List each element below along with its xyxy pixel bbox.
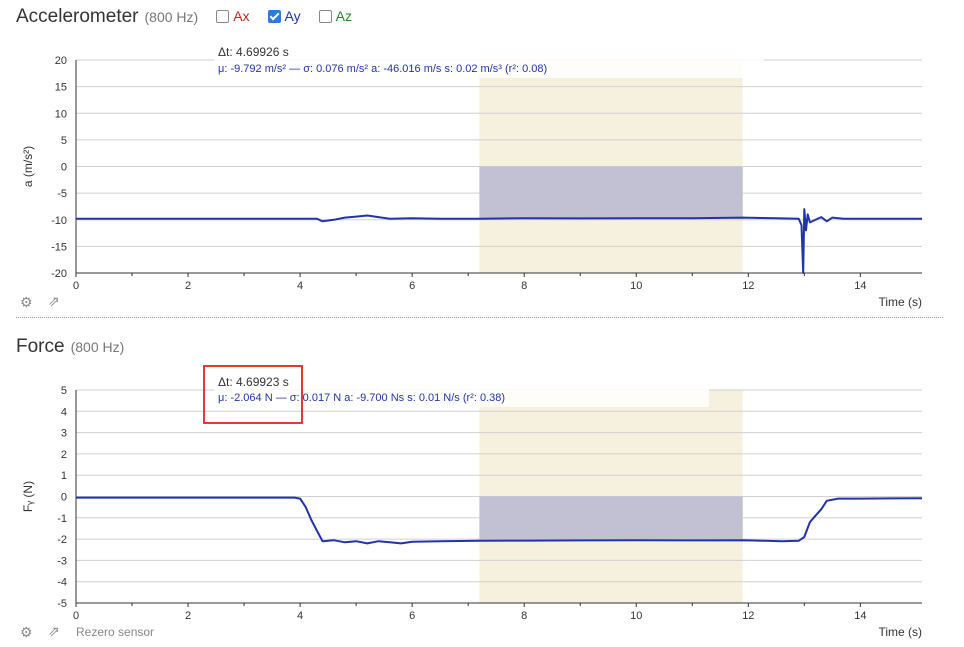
force-chart[interactable]: -5-4-3-2-10123450 2 4 6 8 10 12 14Fᵧ (N)Time (s… <box>0 318 964 647</box>
x-axis-label: Time (s) <box>878 295 922 309</box>
x-tick-label: 0 <box>73 610 79 622</box>
accelerometer-chart[interactable]: -20 -15 -10 -5 0 5 10 15 20 0 2 4 6 8 10 12 14 a (m/s²) Ti… <box>0 0 964 318</box>
y-tick-label: 10 <box>55 108 67 120</box>
y-tick-label: -15 <box>51 241 67 253</box>
x-tick-label: 4 <box>297 610 303 622</box>
y-tick-label: -4 <box>57 577 67 589</box>
annotation-delta-t: Δt: 4.69926 s <box>218 45 289 59</box>
y-tick-label: 20 <box>55 55 67 67</box>
x-tick-label: 10 <box>630 610 642 622</box>
selection-mean-band <box>479 166 743 219</box>
highlight-box <box>203 365 303 424</box>
x-tick-label: 2 <box>185 610 191 622</box>
y-tick-label: -5 <box>57 188 67 200</box>
y-tick-label: 2 <box>61 449 67 461</box>
annotation-stats: μ: -9.792 m/s² — σ: 0.076 m/s² a: -46.01… <box>218 63 547 75</box>
x-tick-label: 0 <box>73 280 79 292</box>
y-tick-label: 4 <box>61 406 67 418</box>
x-tick-label: 2 <box>185 280 191 292</box>
y-tick-label: -1 <box>57 513 67 525</box>
y-tick-label: 0 <box>61 162 67 174</box>
x-tick-label: 8 <box>521 610 527 622</box>
accel-popout-icon[interactable]: ⇗ <box>48 293 60 310</box>
y-tick-label: 0 <box>61 492 67 504</box>
x-axis-label: Time (s) <box>878 625 922 639</box>
y-tick-label: 3 <box>61 428 67 440</box>
x-tick-label: 6 <box>409 610 415 622</box>
y-axis-label: Fᵧ (N) <box>21 481 35 512</box>
y-tick-label: -5 <box>57 598 67 610</box>
x-tick-label: 14 <box>854 610 866 622</box>
y-tick-label: -20 <box>51 268 67 280</box>
accel-gear-icon[interactable]: ⚙ <box>20 294 33 311</box>
force-gear-icon[interactable]: ⚙ <box>20 624 33 641</box>
force-popout-icon[interactable]: ⇗ <box>48 623 60 640</box>
x-tick-label: 10 <box>630 280 642 292</box>
rezero-sensor-link[interactable]: Rezero sensor <box>76 625 154 639</box>
y-tick-label: 1 <box>61 470 67 482</box>
y-tick-label: 5 <box>61 385 67 397</box>
x-tick-label: 4 <box>297 280 303 292</box>
x-tick-label: 12 <box>742 610 754 622</box>
y-axis-label: a (m/s²) <box>21 146 35 187</box>
y-tick-label: 15 <box>55 82 67 94</box>
x-tick-label: 6 <box>409 280 415 292</box>
x-tick-label: 12 <box>742 280 754 292</box>
selection-mean-band <box>479 496 743 541</box>
y-tick-label: -10 <box>51 215 67 227</box>
x-tick-label: 14 <box>854 280 866 292</box>
y-tick-label: 5 <box>61 135 67 147</box>
y-tick-label: -2 <box>57 534 67 546</box>
x-tick-label: 8 <box>521 280 527 292</box>
y-tick-label: -3 <box>57 555 67 567</box>
